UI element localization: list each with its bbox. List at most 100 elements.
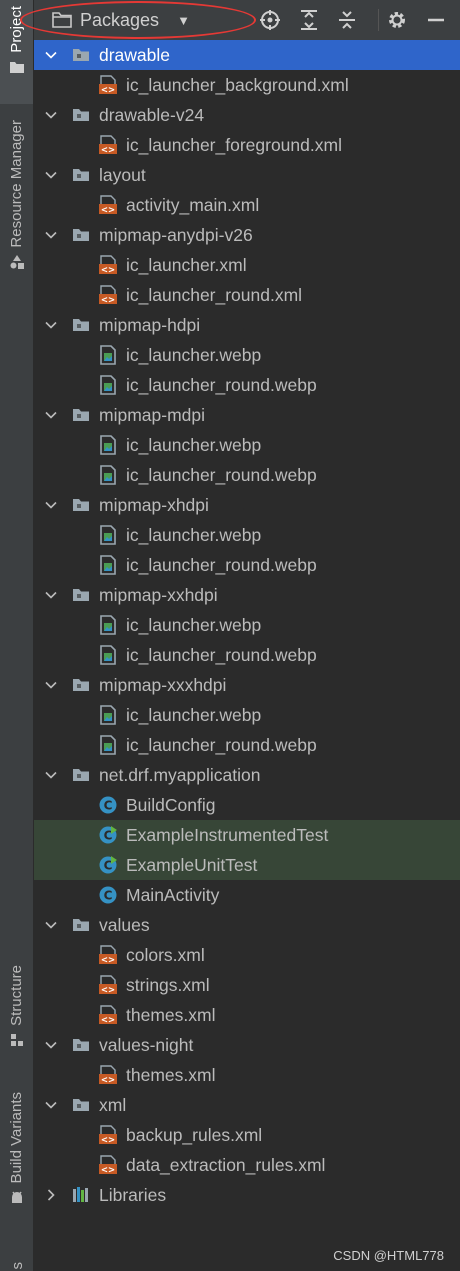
tree-file-row[interactable]: ic_launcher.webp xyxy=(34,340,460,370)
tree-file-row[interactable]: <> ic_launcher_foreground.xml xyxy=(34,130,460,160)
hide-button[interactable] xyxy=(424,8,448,32)
tree-folder-row[interactable]: xml xyxy=(34,1090,460,1120)
tree-file-row[interactable]: <> themes.xml xyxy=(34,1000,460,1030)
image-file-icon xyxy=(98,465,118,485)
tree-file-row[interactable]: C MainActivity xyxy=(34,880,460,910)
class-icon: C xyxy=(98,885,118,905)
tree-folder-row[interactable]: mipmap-hdpi xyxy=(34,310,460,340)
chevron-down-icon[interactable] xyxy=(44,768,58,782)
tree-item-label: net.drf.myapplication xyxy=(99,764,261,785)
xml-file-icon: <> xyxy=(98,1005,118,1026)
tree-file-row[interactable]: ic_launcher_round.webp xyxy=(34,640,460,670)
tree-file-row[interactable]: ic_launcher_round.webp xyxy=(34,550,460,580)
project-tab[interactable]: Project xyxy=(0,0,33,104)
tree-folder-row[interactable]: drawable xyxy=(34,40,460,70)
chevron-down-icon[interactable] xyxy=(44,318,58,332)
chevron-down-icon[interactable] xyxy=(44,1038,58,1052)
tree-file-row[interactable]: C BuildConfig xyxy=(34,790,460,820)
tree-file-row[interactable]: <> backup_rules.xml xyxy=(34,1120,460,1150)
svg-text:C: C xyxy=(104,799,113,813)
chevron-down-icon[interactable] xyxy=(44,48,58,62)
resource-manager-tab[interactable]: Resource Manager xyxy=(0,120,33,295)
tree-folder-row[interactable]: layout xyxy=(34,160,460,190)
tree-file-row[interactable]: ic_launcher_round.webp xyxy=(34,730,460,760)
cut-off-tab[interactable]: s xyxy=(9,1256,23,1271)
build-variants-tab[interactable]: Build Variants xyxy=(0,1092,33,1227)
tree-folder-row[interactable]: values xyxy=(34,910,460,940)
tree-item-label: drawable-v24 xyxy=(99,104,205,125)
tree-folder-row[interactable]: Libraries xyxy=(34,1180,460,1210)
tree-folder-row[interactable]: mipmap-mdpi xyxy=(34,400,460,430)
folder-icon xyxy=(52,12,72,28)
tree-folder-row[interactable]: drawable-v24 xyxy=(34,100,460,130)
chevron-down-icon[interactable] xyxy=(44,588,58,602)
project-tree: drawable <> ic_launcher_background.xml draw… xyxy=(34,40,460,1271)
resources-icon xyxy=(10,254,24,269)
chevron-down-icon[interactable] xyxy=(44,168,58,182)
chevron-right-icon[interactable] xyxy=(44,1188,58,1202)
tree-file-row[interactable]: <> themes.xml xyxy=(34,1060,460,1090)
tree-folder-row[interactable]: net.drf.myapplication xyxy=(34,760,460,790)
tree-file-row[interactable]: ic_launcher.webp xyxy=(34,520,460,550)
view-selector-label: Packages xyxy=(80,9,160,30)
tree-folder-row[interactable]: mipmap-xhdpi xyxy=(34,490,460,520)
tree-file-row[interactable]: <> ic_launcher_round.xml xyxy=(34,280,460,310)
tree-item-label: ic_launcher.webp xyxy=(126,614,262,635)
tree-file-row[interactable]: <> strings.xml xyxy=(34,970,460,1000)
collapse-all-button[interactable] xyxy=(335,8,359,32)
tree-folder-row[interactable]: mipmap-anydpi-v26 xyxy=(34,220,460,250)
chevron-down-icon[interactable] xyxy=(44,678,58,692)
tree-file-row[interactable]: <> colors.xml xyxy=(34,940,460,970)
tree-item-label: backup_rules.xml xyxy=(126,1124,263,1145)
tree-folder-row[interactable]: values-night xyxy=(34,1030,460,1060)
tree-folder-row[interactable]: mipmap-xxhdpi xyxy=(34,580,460,610)
view-selector-dropdown[interactable]: Packages ▼ xyxy=(34,0,190,40)
tree-item-label: colors.xml xyxy=(126,944,205,965)
folder-icon xyxy=(71,225,91,245)
tree-item-label: ic_launcher_background.xml xyxy=(126,74,349,95)
chevron-down-icon[interactable] xyxy=(44,408,58,422)
tree-item-label: themes.xml xyxy=(126,1064,216,1085)
tree-file-row[interactable]: C ExampleInstrumentedTest xyxy=(34,820,460,850)
locate-button[interactable] xyxy=(258,8,282,32)
xml-file-icon: <> xyxy=(98,1065,118,1086)
collapse-all-icon xyxy=(339,11,355,29)
chevron-down-icon[interactable] xyxy=(44,108,58,122)
folder-icon xyxy=(71,105,91,125)
settings-button[interactable] xyxy=(385,8,409,32)
xml-file-icon: <> xyxy=(98,285,118,306)
folder-icon xyxy=(71,915,91,935)
tree-file-row[interactable]: ic_launcher_round.webp xyxy=(34,370,460,400)
chevron-down-icon[interactable] xyxy=(44,918,58,932)
tree-file-row[interactable]: ic_launcher.webp xyxy=(34,700,460,730)
tree-file-row[interactable]: ic_launcher_round.webp xyxy=(34,460,460,490)
structure-tab[interactable]: Structure xyxy=(0,965,33,1065)
tree-item-label: ic_launcher_round.webp xyxy=(126,644,317,665)
svg-text:<>: <> xyxy=(101,986,115,996)
chevron-down-icon[interactable] xyxy=(44,498,58,512)
tree-file-row[interactable]: <> ic_launcher.xml xyxy=(34,250,460,280)
toolbar-separator xyxy=(378,9,379,31)
tree-item-label: values xyxy=(99,914,150,935)
svg-text:<>: <> xyxy=(101,146,115,156)
xml-file-icon: <> xyxy=(98,135,118,156)
chevron-down-icon[interactable] xyxy=(44,228,58,242)
tree-file-row[interactable]: <> activity_main.xml xyxy=(34,190,460,220)
tree-file-row[interactable]: ic_launcher.webp xyxy=(34,610,460,640)
tree-file-row[interactable]: <> ic_launcher_background.xml xyxy=(34,70,460,100)
tree-folder-row[interactable]: mipmap-xxxhdpi xyxy=(34,670,460,700)
structure-tab-label: Structure xyxy=(8,965,25,1026)
class-icon: C xyxy=(98,795,118,815)
folder-icon xyxy=(71,165,91,185)
chevron-down-icon[interactable] xyxy=(44,1098,58,1112)
tree-item-label: ic_launcher_round.webp xyxy=(126,374,317,395)
tree-file-row[interactable]: ic_launcher.webp xyxy=(34,430,460,460)
tree-item-label: themes.xml xyxy=(126,1004,216,1025)
expand-all-button[interactable] xyxy=(297,8,321,32)
xml-file-icon: <> xyxy=(98,1125,118,1146)
tree-file-row[interactable]: C ExampleUnitTest xyxy=(34,850,460,880)
tree-file-row[interactable]: <> data_extraction_rules.xml xyxy=(34,1150,460,1180)
xml-file-icon: <> xyxy=(98,255,118,276)
minus-icon xyxy=(428,18,444,22)
crosshair-icon xyxy=(260,10,280,30)
